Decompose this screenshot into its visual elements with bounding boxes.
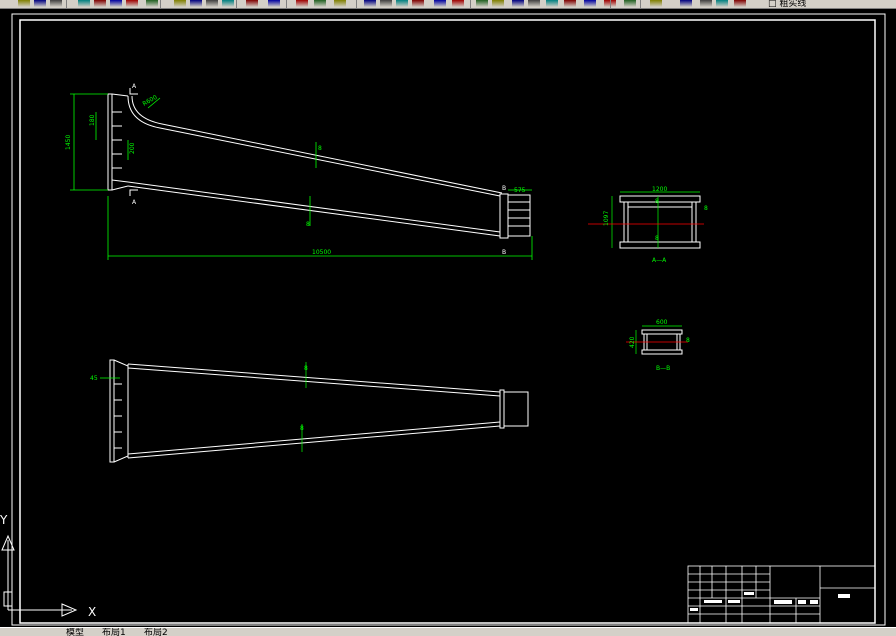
design-center-icon[interactable]: [296, 0, 308, 7]
dimension-style-icon[interactable]: [334, 0, 346, 7]
zoom-previous-icon[interactable]: [650, 0, 662, 7]
toolbar-separator: [66, 0, 67, 8]
layer-icon[interactable]: [396, 0, 408, 7]
section-b-b-width: 600: [656, 319, 668, 326]
elevation-view: [107, 88, 531, 239]
section-a-a-top-mark: 8: [655, 198, 659, 205]
print-icon[interactable]: [50, 0, 62, 7]
undo-icon[interactable]: [476, 0, 488, 7]
toolbar-separator: [640, 0, 641, 8]
copy-icon[interactable]: [126, 0, 138, 7]
open-icon[interactable]: [412, 0, 424, 7]
drawing-canvas[interactable]: 1450 180 200 R600 10500 575 8 8 A A B B …: [0, 8, 896, 627]
dimension-style-icon[interactable]: [734, 0, 746, 7]
section-b-b-labels: 600 420 8 B—B: [629, 319, 690, 372]
text-style-icon[interactable]: [314, 0, 326, 7]
help-icon[interactable]: [380, 0, 392, 7]
ucs-y-label: Y: [0, 513, 8, 527]
cut-icon[interactable]: [110, 0, 122, 7]
zoom-realtime-icon[interactable]: [206, 0, 218, 7]
height-dim: 1450: [65, 135, 72, 150]
toolbar-separator: [236, 0, 237, 8]
properties-icon[interactable]: [680, 0, 692, 7]
redo-icon[interactable]: [492, 0, 504, 7]
text-style-icon[interactable]: [716, 0, 728, 7]
plan-lower-mark: 8: [300, 425, 304, 432]
radius-dim: R600: [142, 94, 159, 108]
paste-icon[interactable]: [146, 0, 158, 7]
drawing-frame: [19, 19, 876, 624]
section-a-a-height: 1097: [603, 211, 610, 226]
end-width-dim: 575: [514, 187, 526, 194]
match-properties-icon[interactable]: [174, 0, 186, 7]
toolbar-separator: [286, 0, 287, 8]
undo-icon[interactable]: [78, 0, 90, 7]
section-b-b-caption: B—B: [656, 365, 670, 372]
pan-icon[interactable]: [190, 0, 202, 7]
section-a-a-caption: A—A: [652, 257, 667, 264]
cut-icon[interactable]: [512, 0, 524, 7]
paste-icon[interactable]: [546, 0, 558, 7]
plan-root-dim: 45: [90, 375, 98, 382]
section-a-a-bottom-mark: 8: [655, 235, 659, 242]
pan-icon[interactable]: [584, 0, 596, 7]
elevation-section-labels: A A B B: [132, 83, 506, 256]
section-b-b-side-mark: 8: [686, 337, 690, 344]
toolbar-separator: [160, 0, 161, 8]
section-mark-b-top: B: [502, 185, 506, 192]
properties-icon[interactable]: [268, 0, 280, 7]
zoom-window-icon[interactable]: [624, 0, 636, 7]
section-mark-a-bottom: A: [132, 199, 137, 206]
lower-flange-mark: 8: [306, 221, 310, 228]
print-icon[interactable]: [452, 0, 464, 7]
copy-icon[interactable]: [528, 0, 540, 7]
toolbar-separator: [610, 0, 611, 8]
toolbar-separator: [356, 0, 357, 8]
save-icon[interactable]: [434, 0, 446, 7]
save-icon[interactable]: [34, 0, 46, 7]
plan-upper-mark: 8: [304, 365, 308, 372]
plan-view: [109, 359, 529, 463]
zoom-window-icon[interactable]: [222, 0, 234, 7]
upper-pitch-dim: 180: [89, 114, 96, 126]
section-mark-a-top: A: [132, 83, 137, 90]
section-b-b-height: 420: [629, 336, 636, 348]
section-a-a: [619, 195, 701, 249]
redo-icon[interactable]: [94, 0, 106, 7]
design-center-icon[interactable]: [700, 0, 712, 7]
ucs-icon: [1, 534, 78, 617]
match-properties-icon[interactable]: [564, 0, 576, 7]
upper-flange-mark: 8: [318, 145, 322, 152]
toolbar-separator: [470, 0, 471, 8]
elevation-dimensions: [70, 93, 533, 260]
length-dim: 10500: [312, 249, 331, 256]
section-a-a-side-mark: 8: [704, 205, 708, 212]
table-icon[interactable]: [364, 0, 376, 7]
section-a-a-width: 1200: [652, 186, 667, 193]
elevation-labels: 1450 180 200 R600 10500 575 8 8: [65, 94, 526, 256]
lower-pitch-dim: 200: [129, 142, 136, 154]
zoom-previous-icon[interactable]: [246, 0, 258, 7]
open-icon[interactable]: [18, 0, 30, 7]
ucs-x-label: X: [88, 605, 96, 619]
section-mark-b-bottom: B: [502, 249, 506, 256]
